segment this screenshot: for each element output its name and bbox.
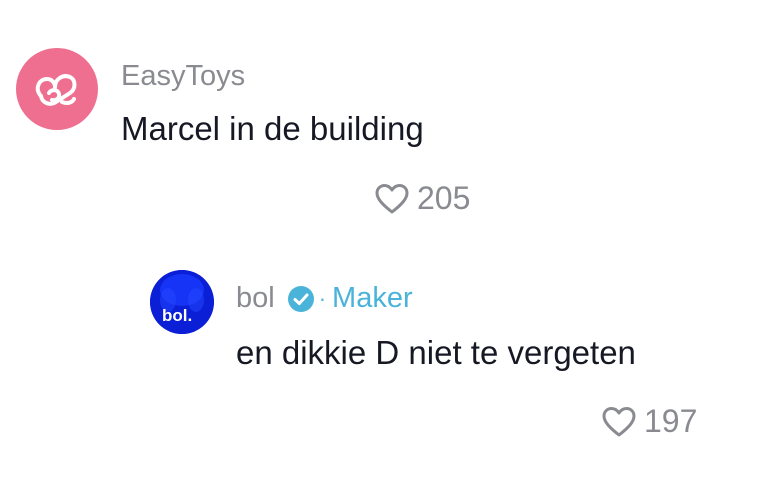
heart-icon — [375, 183, 409, 213]
comment-easytoys: EasyToys Marcel in de building 205 — [0, 0, 760, 240]
avatar-label: bol. — [162, 306, 193, 325]
reply-bol: bol. bol · Maker en dikkie D niet te ver… — [0, 240, 760, 477]
maker-badge: Maker — [332, 282, 413, 314]
easytoys-logo-icon — [35, 74, 77, 106]
reply-username[interactable]: bol — [236, 282, 275, 315]
comment-username[interactable]: EasyToys — [121, 60, 245, 93]
avatar[interactable] — [16, 48, 98, 130]
reply-header: bol · Maker — [236, 282, 413, 315]
reply-text: en dikkie D niet te vergeten — [236, 334, 636, 371]
like-button[interactable]: 197 — [602, 403, 697, 440]
like-button[interactable]: 205 — [375, 180, 470, 217]
like-count: 197 — [644, 403, 698, 439]
like-count: 205 — [417, 180, 471, 216]
comment-text: Marcel in de building — [121, 110, 424, 147]
separator-dot: · — [318, 285, 327, 311]
heart-icon — [602, 406, 636, 436]
verified-badge-icon — [287, 285, 314, 312]
avatar[interactable]: bol. — [150, 270, 214, 334]
